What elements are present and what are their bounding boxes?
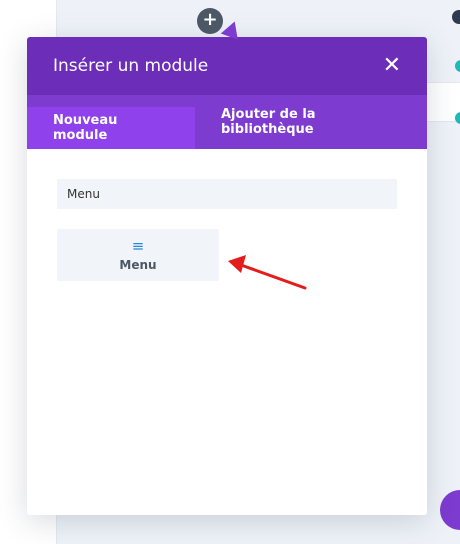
tab-add-from-library[interactable]: Ajouter de la bibliothèque — [195, 95, 357, 149]
teal-add-dot-icon[interactable] — [455, 60, 460, 72]
plus-icon: + — [202, 9, 218, 30]
module-label: Menu — [119, 257, 157, 272]
row-settings-dot-icon[interactable] — [452, 10, 460, 24]
teal-add-dot-icon[interactable] — [455, 112, 460, 124]
hamburger-menu-icon: ≡ — [131, 236, 145, 255]
purple-action-dot-icon[interactable] — [440, 490, 460, 530]
module-tile-menu[interactable]: ≡ Menu — [57, 229, 219, 281]
modal-title: Insérer un module — [53, 56, 209, 76]
modal-tabs: Nouveau module Ajouter de la bibliothèqu… — [27, 95, 427, 149]
close-icon[interactable]: ✕ — [383, 55, 401, 77]
tab-new-module[interactable]: Nouveau module — [27, 107, 195, 149]
annotation-arrow — [228, 255, 307, 290]
search-input[interactable] — [57, 179, 397, 209]
modal-header: Insérer un module ✕ — [27, 37, 427, 95]
add-module-button[interactable]: + — [197, 8, 223, 34]
